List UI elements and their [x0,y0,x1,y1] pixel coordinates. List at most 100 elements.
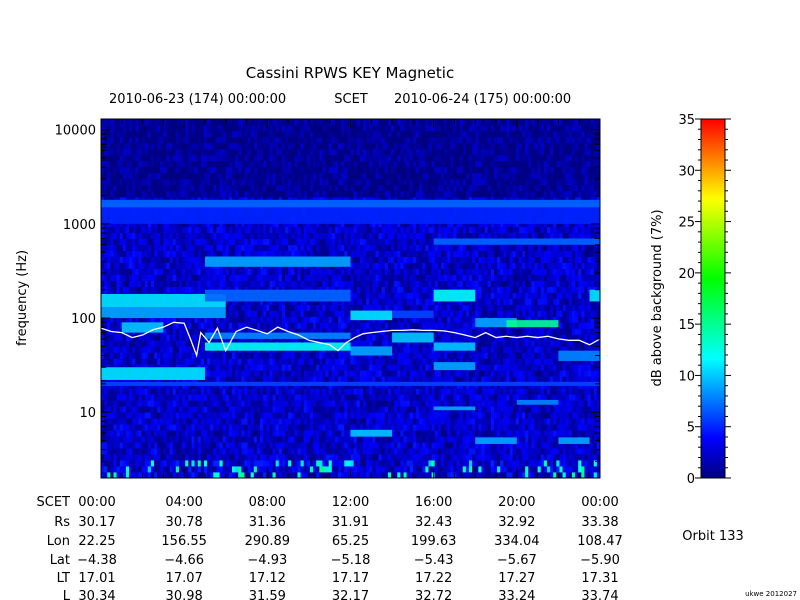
noise-cell [157,466,161,473]
noise-cell [169,184,174,192]
noise-cell [101,442,105,449]
noise-cell [269,304,273,311]
noise-cell [322,358,326,365]
noise-cell [169,418,174,425]
noise-cell [188,130,192,138]
noise-cell [253,400,258,407]
noise-cell [300,412,305,419]
noise-cell [154,400,158,407]
noise-cell [125,250,130,258]
noise-cell [191,472,195,478]
noise-cell [281,184,286,192]
noise-cell [347,160,351,168]
noise-cell [207,280,211,287]
noise-cell [160,178,164,186]
noise-cell [147,424,152,431]
noise-cell [203,130,208,138]
noise-cell [150,340,155,347]
noise-cell [253,472,258,478]
noise-cell [353,190,358,198]
noise-cell [163,424,167,431]
noise-cell [338,412,342,419]
noise-cell [207,466,211,473]
noise-cell [135,160,139,168]
noise-cell [260,268,264,275]
noise-cell [359,400,364,407]
noise-cell [256,436,261,443]
noise-cell [275,454,280,461]
noise-cell [163,430,167,437]
noise-cell [285,142,289,150]
noise-cell [281,412,286,419]
noise-cell [122,154,127,162]
noise-cell [359,442,364,449]
noise-cell [285,448,289,455]
noise-cell [163,280,167,287]
noise-cell [260,400,264,407]
noise-cell [331,160,336,168]
noise-cell [163,148,167,156]
noise-cell [203,280,208,287]
noise-cell [200,256,205,263]
noise-cell [275,466,280,473]
noise-cell [269,119,273,126]
noise-cell [216,226,220,234]
noise-cell [219,424,224,431]
noise-cell [303,250,308,258]
noise-cell [350,292,355,299]
noise-cell [182,142,186,150]
noise-cell [113,472,117,478]
noise-cell [213,154,217,162]
noise-cell [191,448,195,455]
noise-cell [316,436,320,443]
noise-cell [285,148,289,156]
noise-cell [231,178,236,186]
noise-cell [141,160,146,168]
noise-cell [319,376,323,383]
noise-cell [116,268,121,275]
noise-cell [125,394,130,401]
noise-cell [210,436,214,443]
noise-cell [316,406,320,413]
noise-cell [238,304,242,311]
noise-cell [253,460,258,467]
noise-cell [172,244,177,252]
noise-cell [172,448,177,455]
noise-cell [309,124,314,132]
noise-cell [316,232,320,240]
noise-cell [247,172,252,180]
noise-cell [334,250,339,258]
noise-cell [285,244,289,252]
noise-cell [300,124,305,132]
noise-cell [300,364,305,371]
noise-cell [297,418,301,425]
noise-cell [266,370,270,377]
noise-cell [101,136,105,144]
noise-cell [235,454,239,461]
noise-cell [166,238,171,246]
noise-cell [303,430,308,437]
noise-cell [325,412,330,419]
noise-cell [216,244,220,252]
noise-cell [238,472,242,478]
noise-cell [328,130,333,138]
noise-cell [241,244,245,252]
noise-cell [216,184,220,192]
noise-cell [319,436,323,443]
noise-cell [247,184,252,192]
noise-cell [157,448,161,455]
noise-cell [132,119,136,126]
noise-cell [322,184,326,192]
noise-cell [154,232,158,240]
noise-cell [322,442,326,449]
noise-cell [238,322,242,329]
noise-cell [356,124,361,132]
noise-cell [291,178,295,186]
noise-cell [256,166,261,174]
noise-cell [203,454,208,461]
noise-cell [288,370,292,377]
noise-cell [219,172,224,180]
noise-cell [147,400,152,407]
noise-cell [260,358,264,365]
noise-cell [347,268,351,275]
